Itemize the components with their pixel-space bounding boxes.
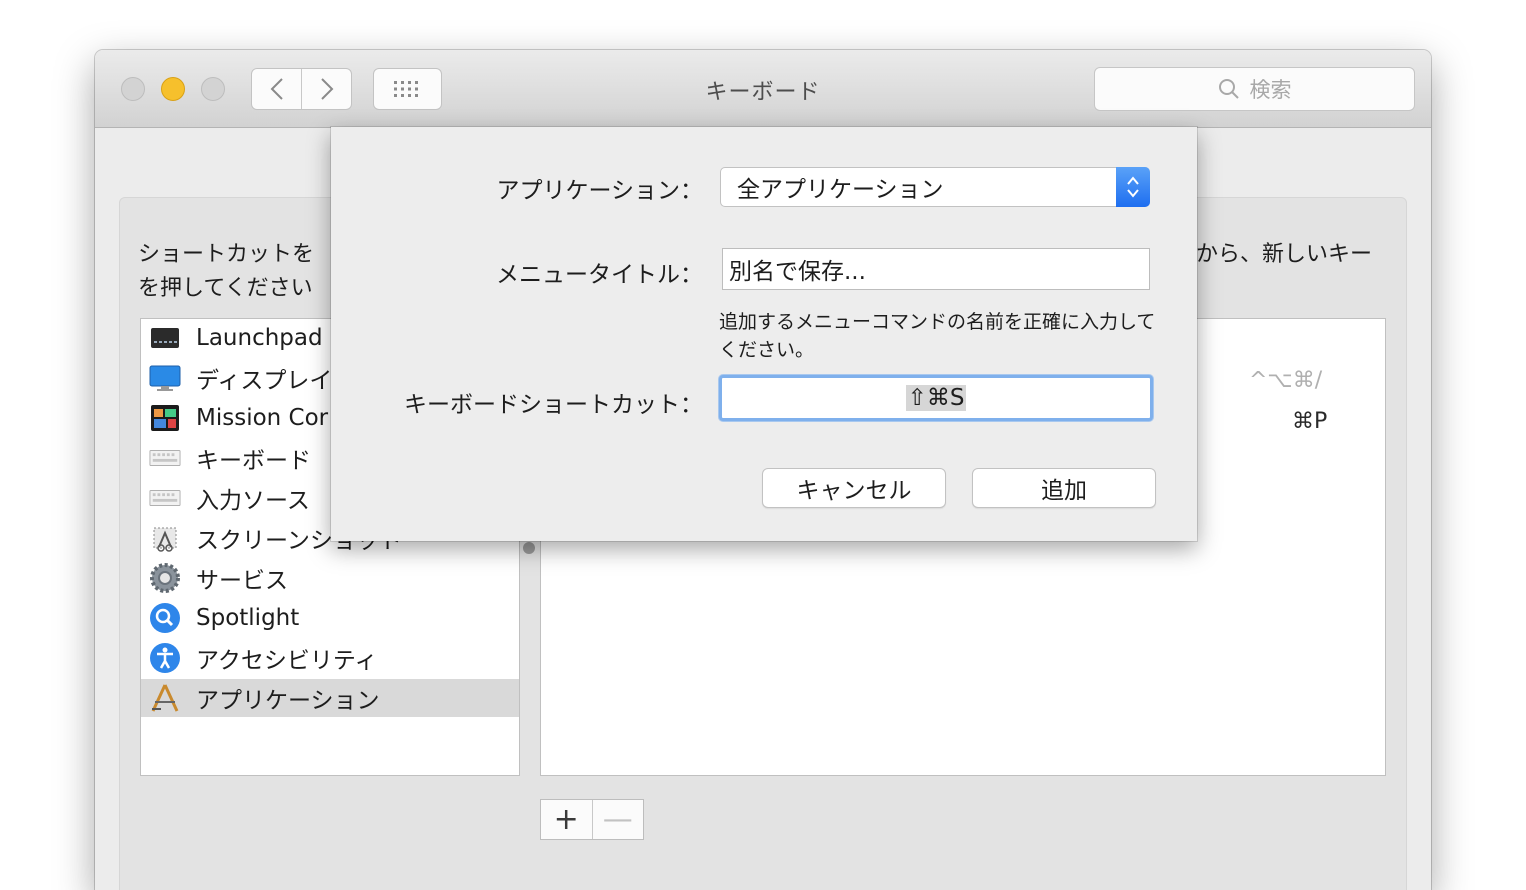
add-shortcut-button[interactable]: + xyxy=(541,800,592,839)
spotlight-icon xyxy=(149,602,181,634)
menu-title-field[interactable]: 別名で保存... xyxy=(722,248,1150,290)
shortcut-field[interactable]: ⇧⌘S xyxy=(719,375,1153,421)
list-item-label: Spotlight xyxy=(196,605,300,631)
list-item-label: キーボード xyxy=(196,448,311,474)
launchpad-icon xyxy=(149,322,181,354)
mission-control-icon xyxy=(149,402,181,434)
list-item-label: アクセシビリティ xyxy=(196,648,378,674)
list-item[interactable]: アクセシビリティ xyxy=(141,639,519,677)
list-item-label: サービス xyxy=(196,568,288,594)
keyboard-icon xyxy=(149,482,181,514)
accessibility-icon xyxy=(149,642,181,674)
add-remove-group: + — xyxy=(540,799,644,840)
list-item-selected[interactable]: アプリケーション xyxy=(141,679,519,717)
list-item-label: 入力ソース xyxy=(196,488,310,514)
title-bar: キーボード 検索 xyxy=(95,50,1431,128)
list-item[interactable]: Spotlight xyxy=(141,599,519,637)
search-placeholder: 検索 xyxy=(1249,78,1292,102)
shortcut-label: キーボードショートカット： xyxy=(404,392,703,418)
shortcut-value: ^⌥⌘/ xyxy=(1249,368,1323,393)
instruction-line-1-right: から、新しいキー xyxy=(1196,242,1373,267)
menu-title-label: メニュータイトル： xyxy=(496,262,703,288)
search-field[interactable]: 検索 xyxy=(1094,67,1415,111)
add-button[interactable]: 追加 xyxy=(972,468,1156,508)
menu-title-hint: 追加するメニューコマンドの名前を正確に入力してください。 xyxy=(719,311,1156,361)
list-item-label: Mission Cor xyxy=(196,405,329,431)
application-label: アプリケーション： xyxy=(496,178,703,204)
list-item-label: アプリケーション xyxy=(196,688,380,714)
scroll-indicator[interactable] xyxy=(523,542,535,554)
remove-shortcut-button[interactable]: — xyxy=(591,800,644,839)
shortcut-value: ⌘P xyxy=(1292,409,1328,434)
add-shortcut-sheet: アプリケーション： 全アプリケーション メニュータイトル： 別名で保存... 追… xyxy=(331,127,1197,541)
application-popup[interactable]: 全アプリケーション xyxy=(720,167,1150,207)
search-icon xyxy=(1218,79,1239,99)
applications-icon xyxy=(149,682,181,714)
screenshot-icon xyxy=(149,522,181,554)
shortcut-field-value: ⇧⌘S xyxy=(905,385,967,411)
gear-icon xyxy=(149,562,181,594)
list-item-label: Launchpad xyxy=(196,325,323,351)
up-down-arrows-icon xyxy=(1116,167,1150,207)
list-item-label: ディスプレイ xyxy=(196,368,333,394)
display-icon xyxy=(149,362,181,394)
keyboard-icon xyxy=(149,442,181,474)
cancel-button[interactable]: キャンセル xyxy=(762,468,946,508)
list-item[interactable]: サービス xyxy=(141,559,519,597)
application-popup-value: 全アプリケーション xyxy=(737,177,944,203)
